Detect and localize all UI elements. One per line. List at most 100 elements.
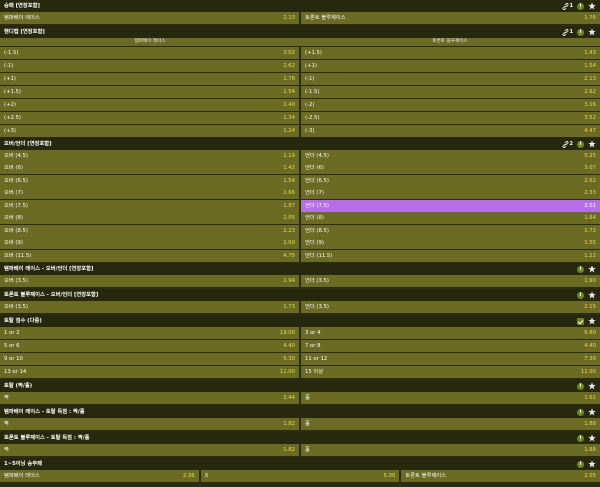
odds-button[interactable]: 언더 (3.5) 2.15 [301,301,600,313]
odds-button[interactable]: 탬파베이 레이스 2.13 [0,12,299,24]
section-header[interactable]: 토론토 블루제이스 - 토탈 득점 : 짝/홀 i [0,432,600,444]
odds-button[interactable]: 홀 1.88 [301,418,600,430]
section-header[interactable]: 탬파베이 레이스 - 오버/언더 [연장포함] i [0,263,600,275]
odds-button[interactable]: 오버 (8.5) 2.23 [0,225,299,237]
selection-label: (-1) [305,76,315,82]
odds-button[interactable]: (-1.5) 3.02 [0,47,299,59]
odds-value: 1.82 [283,421,295,427]
selection-label: 언더 (7) [305,190,324,196]
star-icon[interactable] [588,317,596,325]
star-icon[interactable] [588,408,596,416]
link-icon[interactable]: 2 [562,140,573,148]
odds-button[interactable]: 오버 (3.5) 1.94 [0,275,299,287]
odds-button[interactable]: 토론토 블루제이스 2.05 [401,470,600,482]
odds-button[interactable]: (+3) 1.24 [0,125,299,137]
odds-button[interactable]: 오버 (9) 2.60 [0,237,299,249]
odds-button[interactable]: (-1) 2.62 [0,60,299,72]
odds-button[interactable]: 언더 (9) 1.55 [301,237,600,249]
odds-button[interactable]: 언더 (4.5) 5.25 [301,150,600,162]
odds-button[interactable]: 언더 (8.5) 1.72 [301,225,600,237]
star-icon[interactable] [588,2,596,10]
section-header[interactable]: 토탈 (짝/홀) i [0,380,600,392]
section-header[interactable]: 승패 [연장포함] 1 i [0,0,600,12]
section-header[interactable]: 핸디캡 [연장포함] 1 i [0,26,600,38]
odds-button[interactable]: 짝 1.82 [0,418,299,430]
odds-button[interactable]: 언더 (8) 1.84 [301,212,600,224]
odds-button[interactable]: 11 or 12 7.30 [301,353,600,365]
odds-value: 2.44 [283,395,295,401]
odds-button[interactable]: 3 or 4 6.80 [301,327,600,339]
odds-button-selected[interactable]: 언더 (7.5) 2.01 [301,200,600,212]
star-icon[interactable] [588,140,596,148]
handicap-row: (+1.5) 1.54 (-1.5) 2.62 [0,86,600,98]
odds-button[interactable]: (+1.5) 1.54 [0,86,299,98]
odds-button[interactable]: 언더 (3.5) 1.90 [301,275,600,287]
odds-button[interactable]: (-2.5) 3.52 [301,112,600,124]
odds-button[interactable]: 7 or 8 4.40 [301,340,600,352]
odds-button[interactable]: 오버 (4.5) 1.19 [0,150,299,162]
odds-button[interactable]: 오버 (11.5) 4.75 [0,250,299,262]
odds-button[interactable]: 오버 (7.5) 1.87 [0,200,299,212]
odds-button[interactable]: (+1) 1.54 [301,60,600,72]
info-icon[interactable]: i [577,2,584,10]
odds-button[interactable]: 홀 1.88 [301,444,600,456]
odds-button[interactable]: 1 or 2 19.00 [0,327,299,339]
star-icon[interactable] [588,382,596,390]
info-icon[interactable]: i [577,291,584,299]
odds-button[interactable]: 언더 (6) 3.07 [301,162,600,174]
section-header[interactable]: 토론토 블루제이스 - 오버/언더 [연장포함] i [0,289,600,301]
selection-label: (-2) [305,102,315,108]
section-title: 토탈 (짝/홀) [4,383,33,389]
odds-button[interactable]: 오버 (6) 1.42 [0,162,299,174]
odds-button[interactable]: 짝 2.44 [0,392,299,404]
odds-button[interactable]: (+2) 1.40 [0,99,299,111]
odds-button[interactable]: 5 or 6 4.40 [0,340,299,352]
star-icon[interactable] [588,291,596,299]
odds-button[interactable]: (-1.5) 2.62 [301,86,600,98]
info-icon[interactable]: i [577,460,584,468]
section-header[interactable]: 1~5이닝 승무패 i [0,458,600,470]
odds-button[interactable]: 15 이상 11.00 [301,366,600,378]
info-icon[interactable]: i [577,434,584,442]
odds-button[interactable]: 오버 (8) 2.05 [0,212,299,224]
odds-button[interactable]: 언더 (7) 2.33 [301,187,600,199]
odds-button[interactable]: (+1.5) 1.43 [301,47,600,59]
odds-button[interactable]: (-1) 2.13 [301,73,600,85]
info-icon[interactable]: i [577,28,584,36]
odds-button[interactable]: 토론토 블루제이스 1.76 [301,12,600,24]
star-icon[interactable] [588,460,596,468]
selection-label: 언더 (3.5) [305,278,329,284]
odds-button[interactable]: (-2) 3.16 [301,99,600,111]
link-icon[interactable]: 1 [562,28,573,36]
section-header[interactable]: 토탈 점수 (다중) [0,315,600,327]
odds-value: 4.40 [584,343,596,349]
info-icon[interactable]: i [577,408,584,416]
info-icon[interactable]: i [577,382,584,390]
odds-button[interactable]: 언더 (11.5) 1.22 [301,250,600,262]
star-icon[interactable] [588,28,596,36]
odds-button[interactable]: (+2.5) 1.34 [0,112,299,124]
odds-button[interactable]: 짝 1.82 [0,444,299,456]
odds-button[interactable]: 탬파베이 레이스 2.36 [0,470,199,482]
check-icon[interactable] [577,317,584,325]
odds-button[interactable]: (+1) 1.78 [0,73,299,85]
odds-button[interactable]: 오버 (3.5) 1.73 [0,301,299,313]
odds-button[interactable]: X 5.00 [200,470,400,482]
odds-value: 2.01 [584,203,596,209]
star-icon[interactable] [588,434,596,442]
odds-button[interactable]: (-3) 4.47 [301,125,600,137]
info-icon[interactable]: i [577,265,584,273]
star-icon[interactable] [588,265,596,273]
link-icon[interactable]: 1 [562,2,573,10]
section-header[interactable]: 탬파베이 레이스 - 토탈 득점 : 짝/홀 i [0,406,600,418]
odds-button[interactable]: 홀 1.61 [301,392,600,404]
section-header[interactable]: 오버/언더 [연장포함] 2 i [0,138,600,150]
odds-button[interactable]: 오버 (7) 1.66 [0,187,299,199]
info-icon[interactable]: i [577,140,584,148]
odds-value: 1.82 [283,447,295,453]
odds-button[interactable]: 13 or 14 11.00 [0,366,299,378]
odds-button[interactable]: 언더 (6.5) 2.62 [301,175,600,187]
link-count: 1 [569,3,573,9]
odds-button[interactable]: 9 or 10 5.30 [0,353,299,365]
odds-button[interactable]: 오버 (6.5) 1.54 [0,175,299,187]
